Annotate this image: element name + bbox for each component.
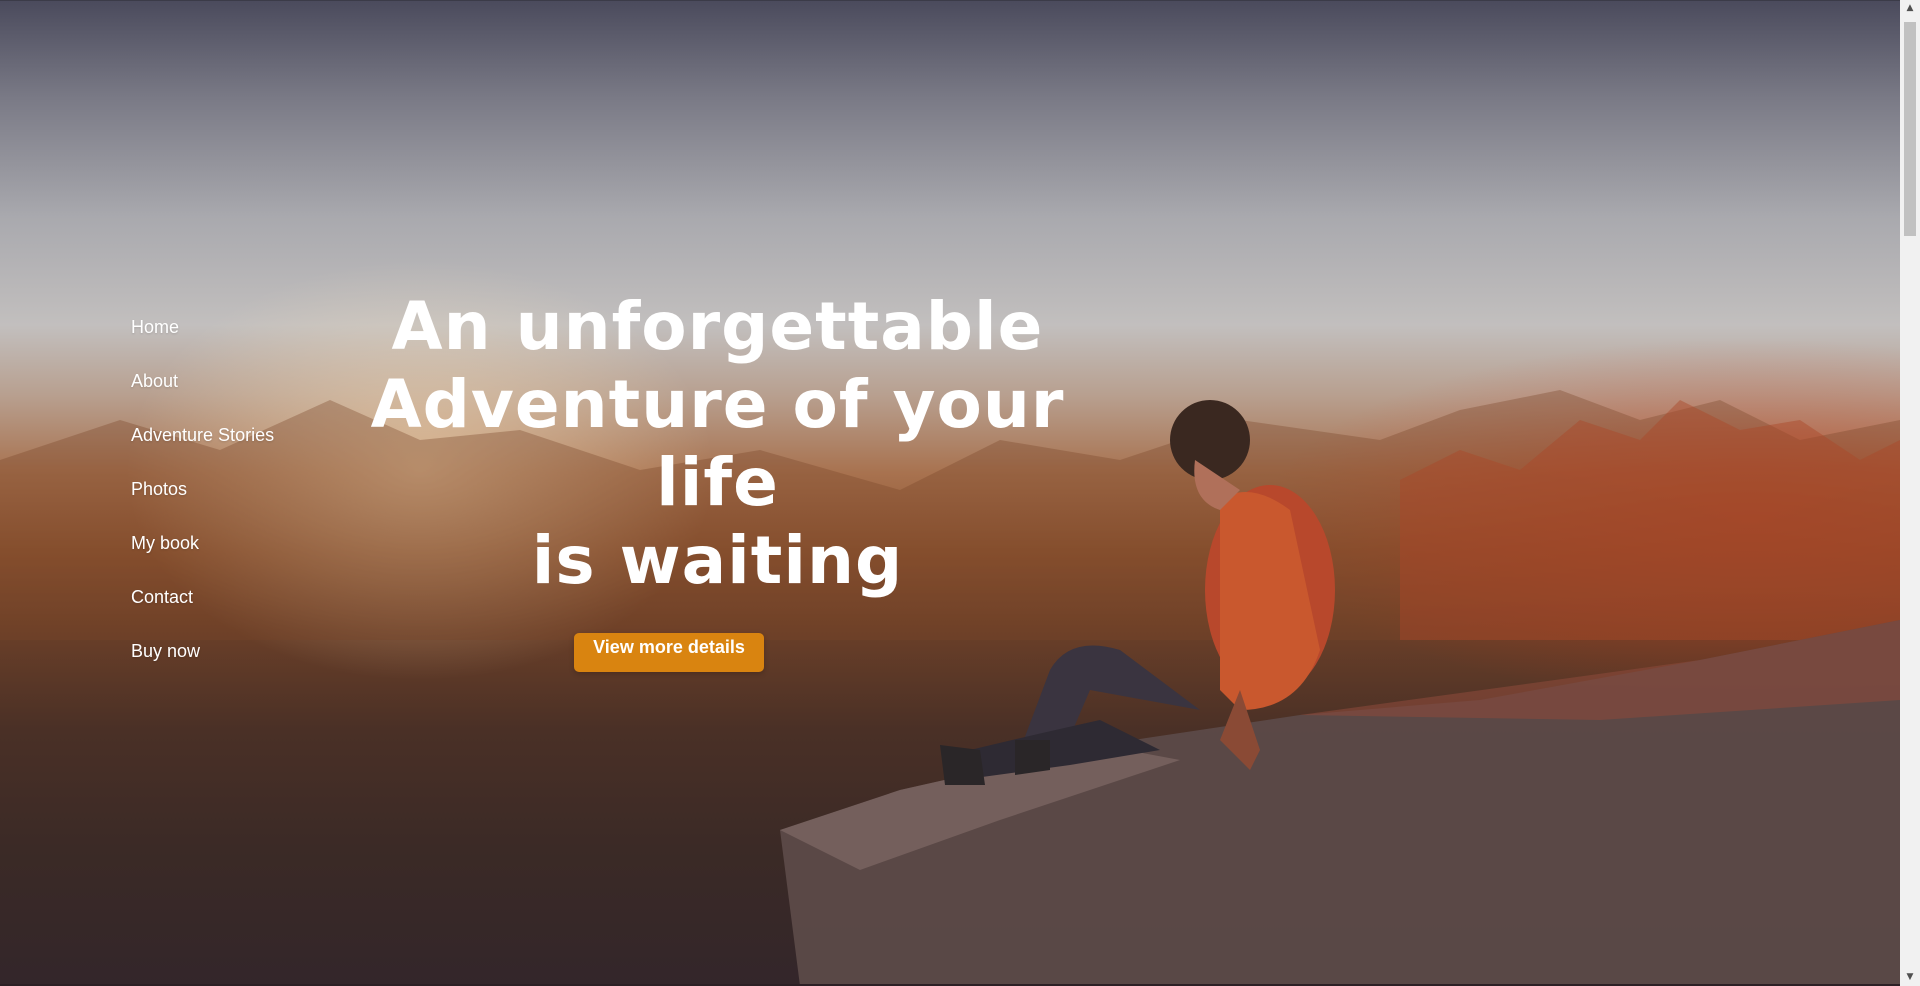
vertical-scrollbar[interactable]: ▲ ▼ <box>1900 0 1920 986</box>
nav-item-my-book[interactable]: My book <box>131 532 331 554</box>
nav-item-adventure-stories[interactable]: Adventure Stories <box>131 424 331 446</box>
headline-line-1: An unforgettable <box>391 288 1044 365</box>
nav-item-buy-now[interactable]: Buy now <box>131 640 331 662</box>
top-border <box>0 0 1900 1</box>
nav-item-photos[interactable]: Photos <box>131 478 331 500</box>
hero-section: Home About Adventure Stories Photos My b… <box>0 0 1900 986</box>
side-navigation: Home About Adventure Stories Photos My b… <box>131 316 331 694</box>
hero-headline: An unforgettable Adventure of your life … <box>340 288 1095 600</box>
scrollbar-thumb[interactable] <box>1904 22 1916 236</box>
nav-item-home[interactable]: Home <box>131 316 331 338</box>
scroll-up-arrow-icon[interactable]: ▲ <box>1900 0 1920 17</box>
scroll-down-arrow-icon[interactable]: ▼ <box>1900 969 1920 986</box>
headline-line-2: Adventure of your life <box>370 366 1065 521</box>
nav-item-about[interactable]: About <box>131 370 331 392</box>
headline-line-3: is waiting <box>531 522 904 599</box>
view-more-details-button[interactable]: View more details <box>574 633 764 672</box>
nav-item-contact[interactable]: Contact <box>131 586 331 608</box>
